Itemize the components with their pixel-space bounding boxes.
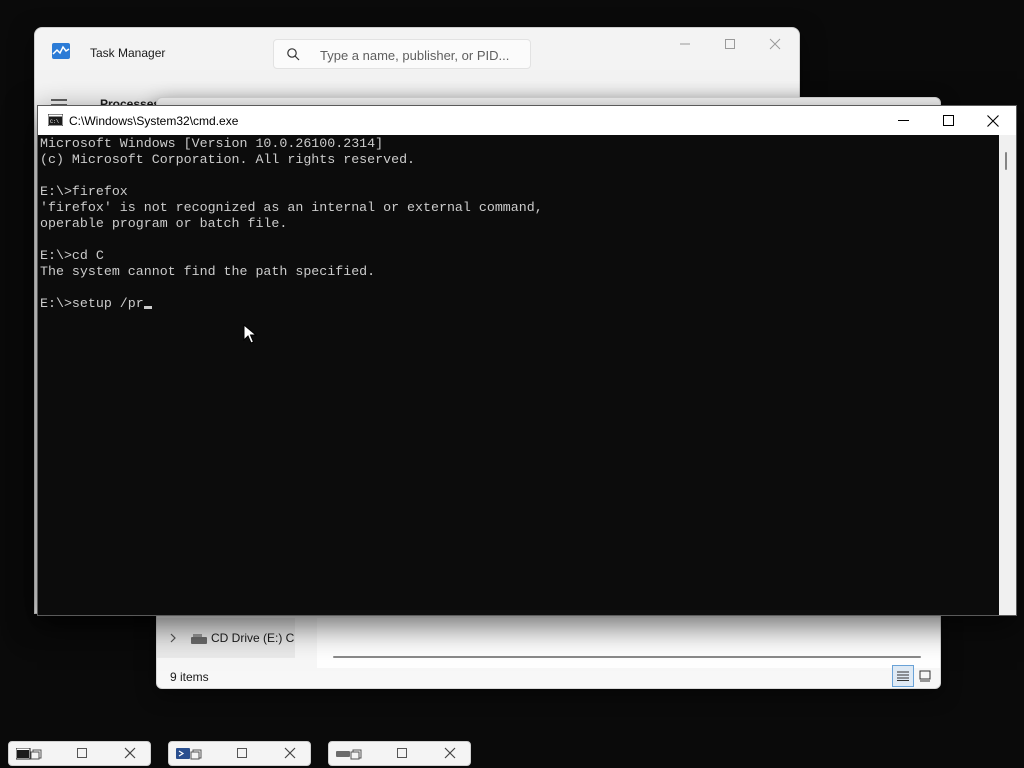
- task-manager-titlebar[interactable]: Task Manager: [35, 28, 799, 78]
- task-manager-title: Task Manager: [90, 46, 166, 60]
- close-icon: [769, 38, 781, 50]
- console-line: The system cannot find the path specifie…: [40, 264, 376, 279]
- maximize-icon[interactable]: [77, 748, 87, 758]
- search-icon: [287, 48, 300, 61]
- console-prompt-line[interactable]: E:\>setup /pr: [40, 296, 998, 312]
- cd-drive-icon: [191, 634, 207, 644]
- console-current-input: E:\>setup /pr: [40, 296, 144, 311]
- task-manager-icon: [52, 43, 70, 59]
- tiles-view-icon: [919, 670, 931, 682]
- cmd-icon: [16, 748, 42, 760]
- details-view-icon: [897, 671, 909, 681]
- task-manager-search-box[interactable]: [273, 39, 531, 69]
- cmd-minimize-button[interactable]: [880, 106, 926, 135]
- taskbar-item-drive[interactable]: [328, 741, 471, 766]
- taskbar-item-powershell[interactable]: [168, 741, 311, 766]
- console-output[interactable]: Microsoft Windows [Version 10.0.26100.23…: [40, 136, 998, 613]
- tiles-view-button[interactable]: [917, 668, 933, 684]
- details-view-button[interactable]: [892, 665, 914, 687]
- close-icon: [987, 114, 999, 127]
- nav-item-label: CD Drive (E:) CC: [211, 631, 295, 645]
- svg-text:C:\: C:\: [50, 119, 59, 125]
- console-line: (c) Microsoft Corporation. All rights re…: [40, 152, 416, 167]
- scrollbar-thumb[interactable]: [1005, 152, 1007, 170]
- horizontal-scrollbar[interactable]: [333, 656, 921, 658]
- close-icon[interactable]: [123, 746, 137, 760]
- text-cursor: [143, 306, 152, 309]
- maximize-icon[interactable]: [397, 748, 407, 758]
- cmd-window: C:\ C:\Windows\System32\cmd.exe Microsof…: [37, 105, 1017, 616]
- drive-icon: [336, 749, 362, 760]
- console-line: 'firefox' is not recognized as an intern…: [40, 200, 543, 215]
- cmd-maximize-button[interactable]: [925, 106, 971, 135]
- cmd-icon: C:\: [48, 114, 63, 126]
- console-line: operable program or batch file.: [40, 216, 288, 231]
- mouse-pointer-icon: [243, 324, 257, 344]
- cmd-title: C:\Windows\System32\cmd.exe: [69, 114, 239, 128]
- console-line: Microsoft Windows [Version 10.0.26100.23…: [40, 136, 384, 151]
- console-line: E:\>cd C: [40, 248, 104, 263]
- cmd-close-button[interactable]: [970, 106, 1016, 135]
- powershell-icon: [176, 748, 202, 760]
- close-icon[interactable]: [283, 746, 297, 760]
- taskbar-item-cmd[interactable]: [8, 741, 151, 766]
- console-line: E:\>firefox: [40, 184, 128, 199]
- minimize-icon: [897, 120, 909, 121]
- close-icon[interactable]: [443, 746, 457, 760]
- maximize-icon[interactable]: [237, 748, 247, 758]
- search-input[interactable]: [318, 44, 522, 66]
- vertical-scrollbar[interactable]: [999, 135, 1016, 615]
- task-manager-minimize-button[interactable]: [665, 31, 705, 57]
- minimize-icon: [680, 43, 690, 45]
- cmd-titlebar[interactable]: C:\ C:\Windows\System32\cmd.exe: [38, 106, 1016, 135]
- task-manager-maximize-button[interactable]: [710, 31, 750, 57]
- status-item-count: 9 items: [170, 670, 209, 684]
- task-manager-close-button[interactable]: [755, 31, 795, 57]
- chevron-right-icon[interactable]: [168, 633, 178, 643]
- maximize-icon: [725, 39, 735, 49]
- maximize-icon: [942, 115, 954, 126]
- file-list-area: [317, 618, 940, 668]
